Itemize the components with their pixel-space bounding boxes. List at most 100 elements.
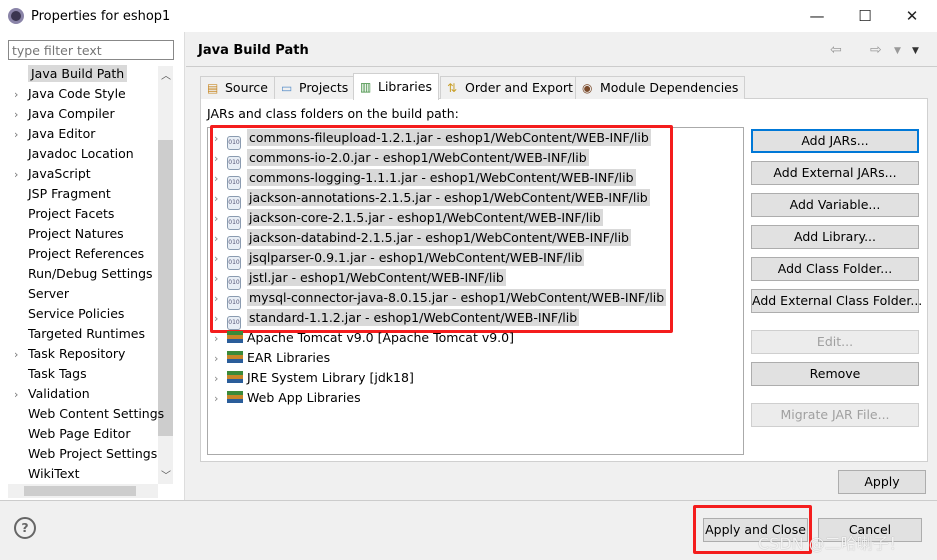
sidebar-item[interactable]: Java Build Path bbox=[14, 64, 128, 84]
scroll-up-icon[interactable]: ︿ bbox=[161, 67, 171, 82]
add-external-class-folder-button[interactable]: Add External Class Folder... bbox=[751, 289, 922, 313]
tab-projects[interactable]: ▭ Projects bbox=[274, 76, 356, 99]
list-item-label: jackson-databind-2.1.5.jar - eshop1/WebC… bbox=[247, 229, 631, 246]
chevron-right-icon[interactable]: › bbox=[14, 85, 28, 105]
chevron-right-icon[interactable]: › bbox=[214, 249, 227, 269]
sidebar-item-label: Web Page Editor bbox=[28, 426, 131, 441]
chevron-right-icon[interactable]: › bbox=[214, 349, 227, 369]
scrollbar-thumb[interactable] bbox=[24, 486, 136, 496]
add-jars-button[interactable]: Add JARs... bbox=[751, 129, 919, 153]
list-item[interactable]: › 010 commons-io-2.0.jar - eshop1/WebConte… bbox=[214, 148, 589, 170]
sidebar-item[interactable]: Project References bbox=[14, 244, 144, 264]
chevron-down-icon[interactable]: ▼ bbox=[894, 46, 901, 56]
maximize-button[interactable]: ☐ bbox=[845, 4, 885, 28]
chevron-right-icon[interactable]: › bbox=[14, 125, 28, 145]
list-item[interactable]: › 010 jackson-core-2.1.5.jar - eshop1/WebC… bbox=[214, 208, 603, 230]
library-icon bbox=[227, 331, 243, 343]
chevron-right-icon[interactable]: › bbox=[214, 329, 227, 349]
back-icon[interactable]: ⇦ bbox=[830, 42, 842, 58]
sidebar-item[interactable]: WikiText bbox=[14, 464, 80, 484]
sidebar-item[interactable]: › Java Editor bbox=[14, 124, 95, 144]
sidebar-item[interactable]: Server bbox=[14, 284, 69, 304]
chevron-right-icon[interactable]: › bbox=[214, 309, 227, 329]
list-item[interactable]: › 010 jackson-databind-2.1.5.jar - eshop1/… bbox=[214, 228, 631, 250]
tab-order-and-export[interactable]: ⇅ Order and Export bbox=[440, 76, 580, 99]
chevron-right-icon[interactable]: › bbox=[14, 105, 28, 125]
sidebar-item[interactable]: › JavaScript bbox=[14, 164, 91, 184]
sidebar-item[interactable]: Run/Debug Settings bbox=[14, 264, 153, 284]
list-item-label: jstl.jar - eshop1/WebContent/WEB-INF/lib bbox=[247, 269, 506, 286]
filter-input[interactable] bbox=[8, 40, 174, 60]
sidebar-item[interactable]: › Task Repository bbox=[14, 344, 125, 364]
list-item-label: jackson-annotations-2.1.5.jar - eshop1/W… bbox=[247, 189, 650, 206]
sidebar-item-label: Task Tags bbox=[28, 366, 87, 381]
list-item-label: JRE System Library [jdk18] bbox=[247, 370, 414, 385]
chevron-right-icon[interactable]: › bbox=[214, 229, 227, 249]
list-item[interactable]: › 010 commons-logging-1.1.1.jar - eshop1/W… bbox=[214, 168, 636, 190]
chevron-right-icon[interactable]: › bbox=[214, 369, 227, 389]
sidebar-item[interactable]: Web Content Settings bbox=[14, 404, 164, 424]
minimize-button[interactable]: — bbox=[797, 4, 837, 28]
tab-libraries[interactable]: ▥ Libraries bbox=[353, 73, 439, 100]
sidebar-item[interactable]: Project Natures bbox=[14, 224, 124, 244]
chevron-right-icon[interactable]: › bbox=[214, 269, 227, 289]
list-item[interactable]: › 010 jsqlparser-0.9.1.jar - eshop1/WebCon… bbox=[214, 248, 585, 270]
list-item[interactable]: › 010 commons-fileupload-1.2.1.jar - eshop… bbox=[214, 128, 651, 150]
list-item[interactable]: › Apache Tomcat v9.0 [Apache Tomcat v9.0] bbox=[214, 328, 514, 348]
help-icon[interactable]: ? bbox=[14, 517, 36, 539]
sidebar-item-label: Server bbox=[28, 286, 69, 301]
migrate-jar-file-button[interactable]: Migrate JAR File... bbox=[751, 403, 919, 427]
list-item[interactable]: › JRE System Library [jdk18] bbox=[214, 368, 414, 388]
sidebar-item-label: Project References bbox=[28, 246, 145, 261]
chevron-right-icon[interactable]: › bbox=[14, 385, 28, 405]
apply-button[interactable]: Apply bbox=[838, 470, 926, 494]
add-class-folder-button[interactable]: Add Class Folder... bbox=[751, 257, 919, 281]
sidebar-item[interactable]: Javadoc Location bbox=[14, 144, 134, 164]
sidebar-item[interactable]: Web Page Editor bbox=[14, 424, 130, 444]
list-item[interactable]: › Web App Libraries bbox=[214, 388, 361, 408]
page-title: Java Build Path bbox=[198, 43, 309, 58]
chevron-right-icon[interactable]: › bbox=[14, 345, 28, 365]
chevron-right-icon[interactable]: › bbox=[214, 169, 227, 189]
list-item[interactable]: › EAR Libraries bbox=[214, 348, 330, 368]
chevron-right-icon[interactable]: › bbox=[214, 289, 227, 309]
module-icon: ◉ bbox=[582, 81, 593, 95]
edit-button[interactable]: Edit... bbox=[751, 330, 919, 354]
list-item[interactable]: › 010 jackson-annotations-2.1.5.jar - esho… bbox=[214, 188, 650, 210]
add-variable-button[interactable]: Add Variable... bbox=[751, 193, 919, 217]
chevron-right-icon[interactable]: › bbox=[214, 149, 227, 169]
sidebar-item[interactable]: Service Policies bbox=[14, 304, 124, 324]
sidebar-item[interactable]: Project Facets bbox=[14, 204, 114, 224]
list-item[interactable]: › 010 jstl.jar - eshop1/WebContent/WEB-INF… bbox=[214, 268, 506, 290]
menu-icon[interactable]: ▼ bbox=[912, 46, 919, 56]
forward-icon[interactable]: ⇨ bbox=[870, 42, 882, 58]
chevron-right-icon[interactable]: › bbox=[14, 165, 28, 185]
sidebar-item-label: Run/Debug Settings bbox=[28, 266, 153, 281]
tab-module-dependencies[interactable]: ◉ Module Dependencies bbox=[575, 76, 746, 99]
add-library-button[interactable]: Add Library... bbox=[751, 225, 919, 249]
list-item[interactable]: › 010 standard-1.1.2.jar - eshop1/WebConte… bbox=[214, 308, 580, 330]
chevron-right-icon[interactable]: › bbox=[214, 129, 227, 149]
watermark: CSDN @二哈喇子！ bbox=[758, 534, 905, 553]
list-item-label: commons-io-2.0.jar - eshop1/WebContent/W… bbox=[247, 149, 589, 166]
sidebar-item[interactable]: Web Project Settings bbox=[14, 444, 157, 464]
sidebar-item[interactable]: › Java Code Style bbox=[14, 84, 126, 104]
tab-source[interactable]: ▤ Source bbox=[200, 76, 275, 99]
chevron-right-icon[interactable]: › bbox=[214, 209, 227, 229]
add-external-jars-button[interactable]: Add External JARs... bbox=[751, 161, 919, 185]
list-item-label: jsqlparser-0.9.1.jar - eshop1/WebContent… bbox=[247, 249, 585, 266]
sidebar-item[interactable]: › Java Compiler bbox=[14, 104, 115, 124]
chevron-right-icon[interactable]: › bbox=[214, 389, 227, 409]
order-icon: ⇅ bbox=[447, 81, 458, 95]
sidebar-item[interactable]: › Validation bbox=[14, 384, 90, 404]
tab-label: Libraries bbox=[378, 79, 432, 94]
sidebar-item[interactable]: JSP Fragment bbox=[14, 184, 111, 204]
scroll-down-icon[interactable]: ﹀ bbox=[161, 467, 171, 482]
sidebar-item[interactable]: Task Tags bbox=[14, 364, 87, 384]
sidebar-item[interactable]: Targeted Runtimes bbox=[14, 324, 145, 344]
close-button[interactable]: ✕ bbox=[892, 4, 932, 28]
scrollbar-thumb[interactable] bbox=[158, 140, 173, 436]
remove-button[interactable]: Remove bbox=[751, 362, 919, 386]
chevron-right-icon[interactable]: › bbox=[214, 189, 227, 209]
list-item[interactable]: › 010 mysql-connector-java-8.0.15.jar - es… bbox=[214, 288, 667, 310]
